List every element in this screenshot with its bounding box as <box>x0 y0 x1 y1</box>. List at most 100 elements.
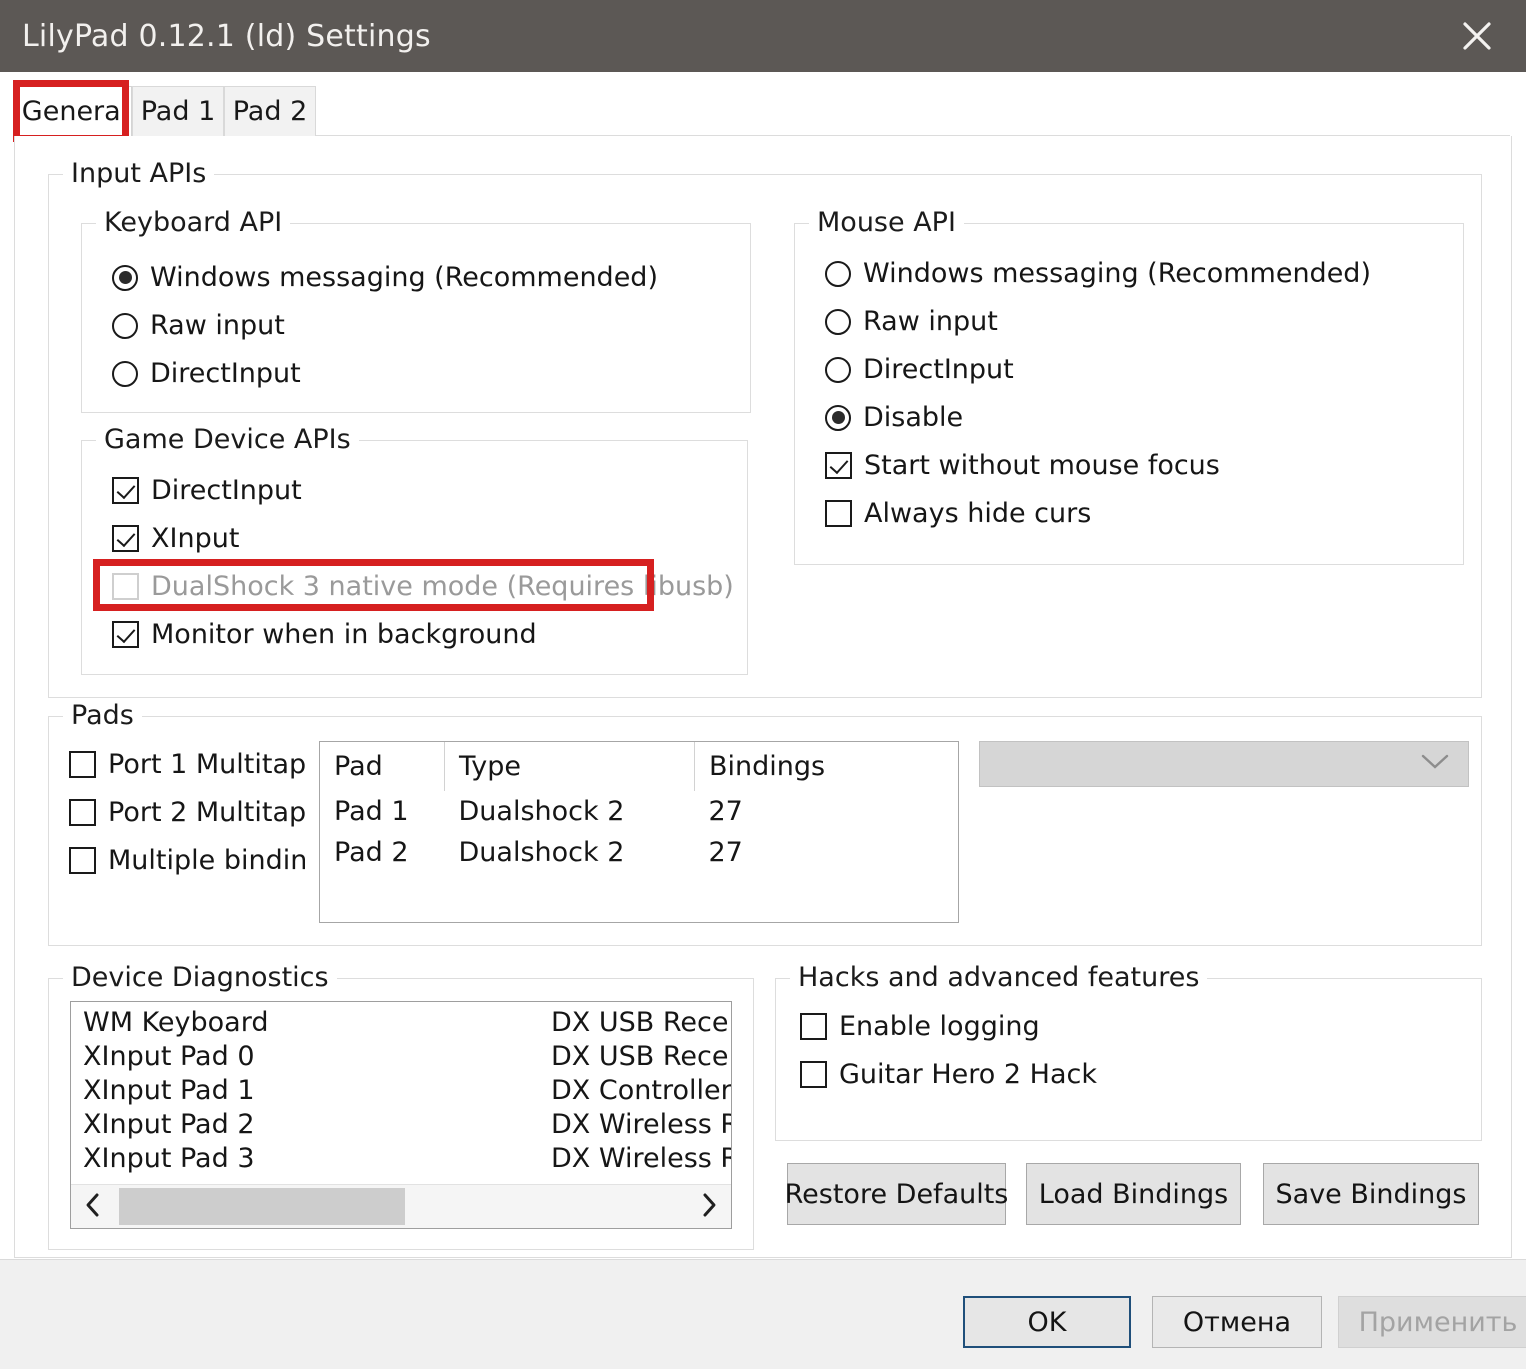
radio-mouse-raw-input[interactable]: Raw input <box>825 306 998 337</box>
checkbox-guitar-hero-2-hack[interactable]: Guitar Hero 2 Hack <box>800 1059 1097 1090</box>
checkbox-game-xinput[interactable]: XInput <box>112 523 239 554</box>
list-item[interactable]: WM Keyboard DX USB Receiv <box>71 1007 731 1041</box>
radio-label: Raw input <box>150 310 285 341</box>
device-description: DX Controller ( <box>551 1075 732 1106</box>
table-row[interactable]: Pad 1 Dualshock 2 27 <box>320 791 958 832</box>
chevron-down-icon <box>1420 753 1450 775</box>
apply-button: Применить <box>1338 1296 1526 1348</box>
tab-general[interactable]: General <box>18 86 132 136</box>
radio-icon <box>825 404 851 431</box>
table-row[interactable]: Pad 2 Dualshock 2 27 <box>320 832 958 873</box>
checkbox-icon <box>69 751 96 778</box>
radio-label: DirectInput <box>150 358 301 389</box>
tab-strip: General Pad 1 Pad 2 <box>0 72 1526 136</box>
device-name: WM Keyboard <box>83 1007 269 1038</box>
tab-pad-2[interactable]: Pad 2 <box>224 86 316 136</box>
close-button[interactable] <box>1438 0 1516 72</box>
group-keyboard-api-legend: Keyboard API <box>96 207 291 238</box>
checkbox-label: Always hide cursor <box>864 498 1092 529</box>
checkbox-game-directinput[interactable]: DirectInput <box>112 475 302 506</box>
checkbox-icon <box>112 621 139 648</box>
checkbox-multiple-bindings[interactable]: Multiple bindings <box>69 845 331 876</box>
save-bindings-button[interactable]: Save Bindings <box>1263 1163 1479 1225</box>
cancel-button[interactable]: Отмена <box>1152 1296 1322 1348</box>
checkbox-dualshock-3-native-mode: DualShock 3 native mode (Requires libusb… <box>112 571 734 602</box>
device-description: DX USB Receiv <box>551 1041 732 1072</box>
lilypad-settings-window: LilyPad 0.12.1 (ld) Settings General Pad… <box>0 0 1526 1369</box>
checkbox-icon <box>69 799 96 826</box>
checkbox-always-hide-cursor[interactable]: Always hide cursor <box>825 498 1433 529</box>
cell-bindings: 27 <box>708 796 743 827</box>
group-mouse-api-legend: Mouse API <box>809 207 964 238</box>
scroll-left-button[interactable] <box>71 1185 115 1228</box>
load-bindings-button[interactable]: Load Bindings <box>1026 1163 1241 1225</box>
group-keyboard-api: Keyboard API Windows messaging (Recommen… <box>81 207 751 413</box>
radio-icon <box>825 260 851 287</box>
group-hacks-legend: Hacks and advanced features <box>790 962 1208 993</box>
group-hacks-advanced-features: Hacks and advanced features Enable loggi… <box>775 962 1482 1141</box>
checkbox-icon <box>800 1013 827 1040</box>
chevron-left-icon <box>84 1192 102 1222</box>
radio-label: Windows messaging (Recommended) <box>863 258 1371 289</box>
ok-button[interactable]: OK <box>963 1296 1131 1348</box>
checkbox-port-1-multitap[interactable]: Port 1 Multitap <box>69 749 331 780</box>
device-diagnostics-list[interactable]: WM Keyboard DX USB Receiv XInput Pad 0 D… <box>70 1001 732 1229</box>
restore-defaults-button[interactable]: Restore Defaults <box>785 1163 1008 1225</box>
group-pads: Pads Port 1 Multitap Port 2 Multitap Mul… <box>48 700 1482 946</box>
horizontal-scrollbar[interactable] <box>71 1184 731 1228</box>
radio-keyboard-raw-input[interactable]: Raw input <box>112 310 285 341</box>
checkbox-port-2-multitap[interactable]: Port 2 Multitap <box>69 797 331 828</box>
list-item[interactable]: XInput Pad 2 DX Wireless Re <box>71 1109 731 1143</box>
group-pads-legend: Pads <box>63 700 142 731</box>
scroll-right-button[interactable] <box>687 1185 731 1228</box>
cancel-label: Отмена <box>1182 1306 1292 1338</box>
radio-keyboard-directinput[interactable]: DirectInput <box>112 358 301 389</box>
device-description: DX USB Receiv <box>551 1007 732 1038</box>
tab-pad-1[interactable]: Pad 1 <box>132 86 224 136</box>
radio-icon <box>112 264 138 291</box>
device-name: XInput Pad 1 <box>83 1075 255 1106</box>
device-select-dropdown[interactable] <box>979 741 1469 787</box>
checkbox-enable-logging[interactable]: Enable logging <box>800 1011 1040 1042</box>
checkbox-label: Port 1 Multitap <box>108 749 307 780</box>
radio-icon <box>112 360 138 387</box>
device-name: XInput Pad 3 <box>83 1143 255 1174</box>
checkbox-label: Port 2 Multitap <box>108 797 307 828</box>
group-input-apis-legend: Input APIs <box>63 158 215 189</box>
checkbox-icon <box>112 477 139 504</box>
checkbox-icon <box>825 452 852 479</box>
radio-mouse-disable[interactable]: Disable <box>825 402 963 433</box>
cell-type: Dualshock 2 <box>458 796 625 827</box>
radio-keyboard-windows-messaging[interactable]: Windows messaging (Recommended) <box>112 262 658 293</box>
checkbox-icon <box>69 847 96 874</box>
checkbox-label: XInput <box>151 523 240 554</box>
checkbox-label: Enable logging <box>839 1011 1040 1042</box>
checkbox-monitor-when-in-background[interactable]: Monitor when in background <box>112 619 537 650</box>
group-device-diagnostics: Device Diagnostics WM Keyboard DX USB Re… <box>48 962 754 1250</box>
checkbox-label: Start without mouse focus <box>864 450 1220 481</box>
column-header-bindings: Bindings <box>709 751 826 782</box>
radio-icon <box>825 356 851 383</box>
group-mouse-api: Mouse API Windows messaging (Recommended… <box>794 207 1464 565</box>
list-item[interactable]: XInput Pad 0 DX USB Receiv <box>71 1041 731 1075</box>
radio-mouse-windows-messaging[interactable]: Windows messaging (Recommended) <box>825 258 1371 289</box>
cell-bindings: 27 <box>708 837 743 868</box>
table-header-row: Pad Type Bindings <box>320 742 958 791</box>
device-name: XInput Pad 2 <box>83 1109 255 1140</box>
checkbox-label: Guitar Hero 2 Hack <box>839 1059 1097 1090</box>
list-item[interactable]: XInput Pad 1 DX Controller ( <box>71 1075 731 1109</box>
scrollbar-thumb[interactable] <box>119 1188 405 1225</box>
checkbox-label: Multiple bindings <box>108 845 305 876</box>
checkbox-start-without-mouse-focus[interactable]: Start without mouse focus <box>825 450 1220 481</box>
radio-mouse-directinput[interactable]: DirectInput <box>825 354 1014 385</box>
group-game-device-apis: Game Device APIs DirectInput XInput Dual… <box>81 424 748 675</box>
checkbox-icon <box>800 1061 827 1088</box>
checkbox-label: Monitor when in background <box>151 619 537 650</box>
list-item[interactable]: XInput Pad 3 DX Wireless Re <box>71 1143 731 1177</box>
pads-table[interactable]: Pad Type Bindings Pad 1 Dualshock 2 27 P… <box>319 741 959 923</box>
radio-icon <box>112 312 138 339</box>
cell-type: Dualshock 2 <box>458 837 625 868</box>
radio-label: Raw input <box>863 306 998 337</box>
apply-label: Применить <box>1358 1306 1518 1338</box>
column-header-pad: Pad <box>320 742 445 791</box>
